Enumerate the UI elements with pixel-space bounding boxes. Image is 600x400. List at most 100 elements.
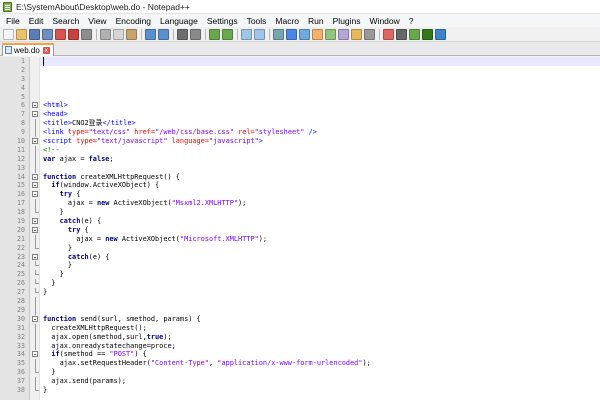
- menu-file[interactable]: File: [2, 16, 25, 26]
- macro-play-multiple-icon[interactable]: [422, 28, 433, 40]
- folder-workspace-icon[interactable]: [351, 28, 362, 40]
- indent-guide-icon[interactable]: [299, 28, 310, 40]
- code-line[interactable]: }: [40, 368, 600, 377]
- code-line[interactable]: ajax.open(smethod,surl,true);: [40, 333, 600, 342]
- code-line[interactable]: ajax.send(params);: [40, 377, 600, 386]
- code-line[interactable]: ajax = new ActiveXObject("Msxml2.XMLHTTP…: [40, 199, 600, 208]
- code-line[interactable]: catch(e) {: [40, 217, 600, 226]
- code-line[interactable]: var ajax = false;: [40, 155, 600, 164]
- fold-collapse-icon[interactable]: [32, 191, 38, 198]
- code-line[interactable]: ajax.onreadystatechange=proce;: [40, 342, 600, 351]
- menu-settings[interactable]: Settings: [203, 16, 243, 26]
- code-line[interactable]: <head>: [40, 110, 600, 119]
- fold-collapse-icon[interactable]: [32, 253, 38, 260]
- code-line[interactable]: }: [40, 208, 600, 217]
- sync-vertical-icon[interactable]: [241, 28, 252, 40]
- menu-plugins[interactable]: Plugins: [329, 16, 366, 26]
- save-all-icon[interactable]: [42, 28, 53, 40]
- print-icon[interactable]: [81, 28, 92, 40]
- fold-collapse-icon[interactable]: [32, 351, 38, 358]
- fold-marker[interactable]: [30, 137, 39, 146]
- zoom-in-icon[interactable]: [209, 28, 220, 40]
- fold-marker[interactable]: [30, 350, 39, 359]
- menu-view[interactable]: View: [84, 16, 111, 26]
- code-line[interactable]: }: [40, 279, 600, 288]
- code-line[interactable]: function createXMLHttpRequest() {: [40, 173, 600, 182]
- code-line[interactable]: function send(surl, smethod, params) {: [40, 315, 600, 324]
- code-line[interactable]: <script type="text/javascript" language=…: [40, 137, 600, 146]
- code-line[interactable]: <!--: [40, 146, 600, 155]
- redo-icon[interactable]: [158, 28, 169, 40]
- menu-language[interactable]: Language: [156, 16, 203, 26]
- code-line[interactable]: [40, 164, 600, 173]
- code-line[interactable]: [40, 66, 600, 75]
- code-line[interactable]: [40, 57, 600, 66]
- code-line[interactable]: }: [40, 270, 600, 279]
- close-all-icon[interactable]: [68, 28, 79, 40]
- code-line[interactable]: <html>: [40, 101, 600, 110]
- code-line[interactable]: [40, 84, 600, 93]
- code-line[interactable]: if(smethod == "POST") {: [40, 350, 600, 359]
- paste-icon[interactable]: [126, 28, 137, 40]
- function-list-icon[interactable]: [338, 28, 349, 40]
- code-line[interactable]: }: [40, 261, 600, 270]
- fold-marker[interactable]: [30, 217, 39, 226]
- fold-collapse-icon[interactable]: [32, 182, 38, 189]
- monitor-icon[interactable]: [364, 28, 375, 40]
- fold-marker[interactable]: [30, 226, 39, 235]
- close-icon[interactable]: [55, 28, 66, 40]
- fold-collapse-icon[interactable]: [32, 111, 38, 118]
- code-line[interactable]: <title>CNO2登录</title>: [40, 119, 600, 128]
- save-icon[interactable]: [29, 28, 40, 40]
- code-line[interactable]: [40, 297, 600, 306]
- code-line[interactable]: }: [40, 244, 600, 253]
- fold-marker[interactable]: [30, 101, 39, 110]
- fold-collapse-icon[interactable]: [32, 102, 38, 109]
- fold-marker[interactable]: [30, 315, 39, 324]
- code-line[interactable]: [40, 75, 600, 84]
- doc-map-icon[interactable]: [325, 28, 336, 40]
- code-line[interactable]: [40, 306, 600, 315]
- fold-collapse-icon[interactable]: [32, 173, 38, 180]
- menu-search[interactable]: Search: [48, 16, 84, 26]
- macro-stop-icon[interactable]: [396, 28, 407, 40]
- menu-edit[interactable]: Edit: [25, 16, 49, 26]
- sync-horizontal-icon[interactable]: [254, 28, 265, 40]
- undo-icon[interactable]: [145, 28, 156, 40]
- tab-close-icon[interactable]: x: [42, 46, 50, 54]
- menu-window[interactable]: Window: [366, 16, 405, 26]
- fold-collapse-icon[interactable]: [32, 226, 38, 233]
- find-icon[interactable]: [177, 28, 188, 40]
- menu-macro[interactable]: Macro: [271, 16, 304, 26]
- word-wrap-icon[interactable]: [273, 28, 284, 40]
- fold-collapse-icon[interactable]: [32, 315, 38, 322]
- macro-play-icon[interactable]: [409, 28, 420, 40]
- menu-encoding[interactable]: Encoding: [112, 16, 156, 26]
- code-line[interactable]: [40, 93, 600, 102]
- code-line[interactable]: createXMLHttpRequest();: [40, 324, 600, 333]
- replace-icon[interactable]: [190, 28, 201, 40]
- code-line[interactable]: try {: [40, 190, 600, 199]
- language-udl-icon[interactable]: [312, 28, 323, 40]
- code-line[interactable]: if(window.ActiveXObject) {: [40, 181, 600, 190]
- code-line[interactable]: catch(e) {: [40, 253, 600, 262]
- code-line[interactable]: try {: [40, 226, 600, 235]
- fold-marker[interactable]: [30, 253, 39, 262]
- fold-marker[interactable]: [30, 110, 39, 119]
- fold-marker[interactable]: [30, 181, 39, 190]
- fold-marker[interactable]: [30, 173, 39, 182]
- show-all-chars-icon[interactable]: [286, 28, 297, 40]
- tab-web-do[interactable]: web.do x: [2, 43, 54, 56]
- cut-icon[interactable]: [100, 28, 111, 40]
- code-line[interactable]: }: [40, 386, 600, 395]
- new-file-icon[interactable]: [3, 28, 14, 40]
- macro-save-icon[interactable]: [435, 28, 446, 40]
- code-line[interactable]: ajax.setRequestHeader("Content-Type", "a…: [40, 359, 600, 368]
- zoom-out-icon[interactable]: [222, 28, 233, 40]
- fold-collapse-icon[interactable]: [32, 218, 38, 225]
- copy-icon[interactable]: [113, 28, 124, 40]
- fold-collapse-icon[interactable]: [32, 138, 38, 145]
- macro-record-icon[interactable]: [383, 28, 394, 40]
- code-line[interactable]: }: [40, 288, 600, 297]
- menu-run[interactable]: Run: [304, 16, 329, 26]
